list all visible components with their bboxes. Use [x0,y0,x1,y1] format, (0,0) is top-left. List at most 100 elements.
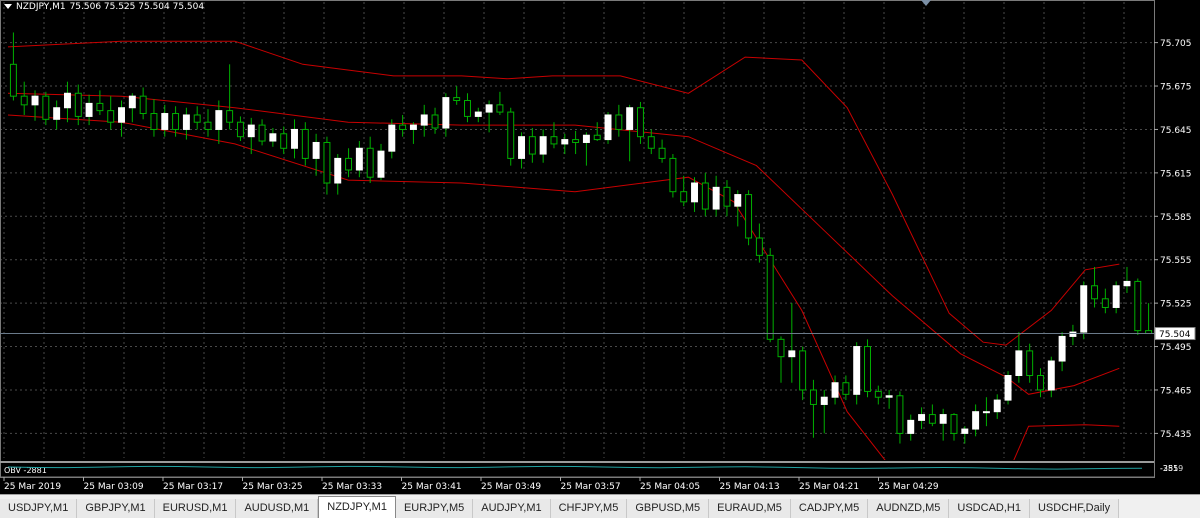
candle-bear [204,121,212,130]
candle-bull [918,414,926,421]
price-scale-label: 75.585 [1160,213,1192,223]
candle-bull [388,124,396,152]
candle-bull [1123,280,1131,287]
candle-bear [172,113,180,130]
candle-bear [842,382,850,395]
candle-bear [723,186,731,207]
dropdown-triangle-icon[interactable] [4,4,12,9]
symbol-tab[interactable]: USDCHF,Daily [1029,499,1120,518]
symbol-tab[interactable]: NZDJPY,M1 [318,496,396,518]
candle-bull [409,124,417,130]
candle-bull [1069,331,1077,337]
symbol-tab[interactable]: EURJPY,M5 [395,499,474,518]
candle-bear [464,100,471,117]
candle-bull [820,396,828,405]
candle-bull [831,382,839,398]
candle-bear [874,390,882,398]
candle-bull [1015,350,1023,377]
candle-bull [539,136,547,155]
candle-bear [550,136,558,145]
symbol-tab[interactable]: AUDNZD,M5 [868,499,950,518]
candle-bear [777,338,785,358]
symbol-tab[interactable]: CHFJPY,M5 [550,499,628,518]
price-scale-label: 75.645 [1160,126,1192,136]
candle-bull [31,95,39,106]
candle-bear [1101,298,1109,308]
candle-bear [593,134,601,141]
candle-bear [864,346,871,392]
candle-bull [474,111,482,117]
time-axis-label: 25 Mar 03:41 [402,482,462,492]
shift-marker-icon[interactable] [921,0,931,6]
time-axis-label: 25 Mar 03:49 [481,482,541,492]
candle-bear [636,107,644,138]
current-price-label: 75.504 [1159,330,1191,340]
candle-bull [582,134,590,143]
time-axis-label: 25 Mar 04:29 [879,482,939,492]
candle-bear [528,136,536,155]
time-axis-label: 25 Mar 03:09 [84,482,144,492]
candle-bear [755,237,763,256]
candle-bear [399,124,407,130]
price-scale-label: 75.465 [1160,386,1192,396]
candle-bear [74,92,82,117]
candle-bear [107,110,115,123]
time-axis-label: 25 Mar 03:33 [322,482,382,492]
chart-border [0,0,1155,478]
candle-bear [496,104,504,113]
candle-bull [247,124,255,138]
candle-bull [939,414,947,424]
symbol-tab[interactable]: EURAUD,M5 [709,499,791,518]
candle-bear [431,114,439,129]
candle-bear [669,157,677,193]
candle-bear [236,121,244,138]
symbol-tab[interactable]: USDCAD,H1 [949,499,1030,518]
time-axis-label: 25 Mar 03:57 [561,482,621,492]
candle-bear [1134,280,1142,332]
ohlc-values: 75.506 75.525 75.504 75.504 [69,2,205,12]
candle-bear [9,63,17,97]
symbol-tab[interactable]: AUDJPY,M1 [473,499,551,518]
symbol-tab[interactable]: EURUSD,M1 [154,499,237,518]
candle-bull [982,411,990,414]
candle-bull [63,92,71,109]
time-axis-label: 25 Mar 03:17 [163,482,223,492]
candle-bull [334,157,342,184]
candle-bull [182,114,190,130]
obv-scale-bottom: -2819 [1160,464,1183,473]
candle-bear [507,111,515,159]
chart-canvas[interactable]: 75.705 75.675 75.645 75.615 75.585 75.555 75.5… [0,0,1200,494]
symbol-tab-bar: USDJPY,M1 GBPJPY,M1 EURUSD,M1 AUDUSD,M1 NZDJ… [0,494,1200,518]
candle-bear [809,389,817,405]
candle-bull [128,95,136,109]
candle-bull [734,194,742,207]
price-scale-label: 75.675 [1160,83,1192,93]
symbol-tab[interactable]: AUDUSD,M1 [236,499,319,518]
price-plot [7,32,1153,460]
candle-bull [420,114,428,126]
time-axis-label: 25 Mar 04:05 [640,482,700,492]
candle-bull [972,411,980,430]
candle-bull [561,139,569,145]
candle-bull [907,419,915,434]
candle-bear [280,133,288,149]
symbol-tab[interactable]: GBPUSD,M5 [627,499,710,518]
candle-bear [1037,375,1044,391]
candle-bear [701,182,709,210]
candle-bear [896,395,904,434]
candle-bear [1026,350,1034,377]
symbol-timeframe: NZDJPY,M1 [16,2,66,12]
symbol-tab[interactable]: GBPJPY,M1 [77,499,155,518]
candle-bull [485,104,493,113]
candle-bear [193,114,201,123]
candle-bear [745,194,753,239]
symbol-tab[interactable]: USDJPY,M1 [0,499,78,518]
price-scale-label: 75.495 [1160,343,1192,353]
candle-bull [312,141,320,159]
symbol-tab[interactable]: CADJPY,M5 [790,499,869,518]
candle-bear [658,147,666,159]
candle-bear [572,139,580,143]
price-scale-label: 75.615 [1160,169,1192,179]
candle-bull [377,150,385,178]
chart-window[interactable]: 75.705 75.675 75.645 75.615 75.585 75.555 75.5… [0,0,1200,518]
